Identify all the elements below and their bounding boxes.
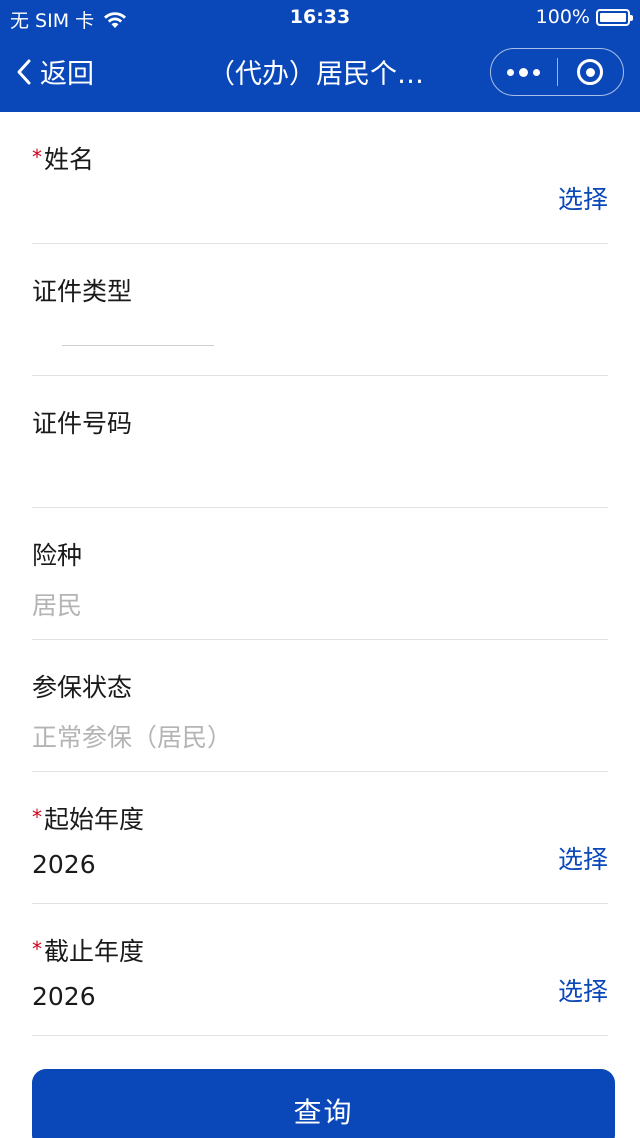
insurance-type-value: 居民 [32,591,83,620]
mini-program-capsule [490,48,624,96]
field-insured-status: 参保状态 正常参保（居民） [32,640,608,772]
select-end-year-button[interactable]: 选择 [558,972,608,1008]
field-label: 险种 [32,541,83,570]
status-bar: 无 SIM 卡 16:33 100% [0,0,640,34]
required-mark: * [32,145,42,169]
insured-status-value: 正常参保（居民） [32,723,233,752]
field-label: 参保状态 [32,673,133,702]
navigation-bar: 返回 （代办）居民个… [0,40,640,106]
end-year-value: 2026 [32,982,96,1011]
close-mini-program-button[interactable] [558,49,624,95]
required-mark: * [32,805,42,829]
field-id-number: 证件号码 [32,376,608,508]
more-dots-icon [507,68,515,76]
field-label: *截止年度 [32,937,145,966]
select-name-button[interactable]: 选择 [558,180,608,216]
field-label: *起始年度 [32,805,145,834]
battery-percent: 100% [535,6,590,28]
start-year-value: 2026 [32,850,96,879]
page-title: （代办）居民个… [208,59,424,90]
chevron-left-icon [17,59,31,84]
field-insurance-type: 险种 居民 [32,508,608,640]
field-id-type: 证件类型 [32,244,608,376]
back-button[interactable]: 返回 [16,52,94,91]
field-start-year: *起始年度 2026 选择 [32,772,608,904]
required-mark: * [32,937,42,961]
field-label: 证件类型 [32,277,133,306]
battery-status: 100% [535,6,633,28]
field-label: *姓名 [32,145,95,174]
field-label: 证件号码 [32,409,133,438]
battery-icon [596,8,633,26]
more-button[interactable] [491,49,557,95]
back-label: 返回 [40,59,94,90]
query-button[interactable]: 查询 [32,1069,615,1138]
app-header: 无 SIM 卡 16:33 100% 返回 （代办）居民个… [0,0,640,112]
id-type-input[interactable] [32,314,608,358]
name-input[interactable] [32,182,608,226]
select-start-year-button[interactable]: 选择 [558,840,608,876]
target-circle-icon [577,59,604,85]
field-end-year: *截止年度 2026 选择 [32,904,608,1036]
query-form: *姓名 选择 证件类型 证件号码 险种 居民 参保状态 正常参保（居民） *起始… [32,112,608,1036]
field-name: *姓名 选择 [32,112,608,244]
input-underline [62,345,214,346]
id-number-input[interactable] [32,446,608,490]
